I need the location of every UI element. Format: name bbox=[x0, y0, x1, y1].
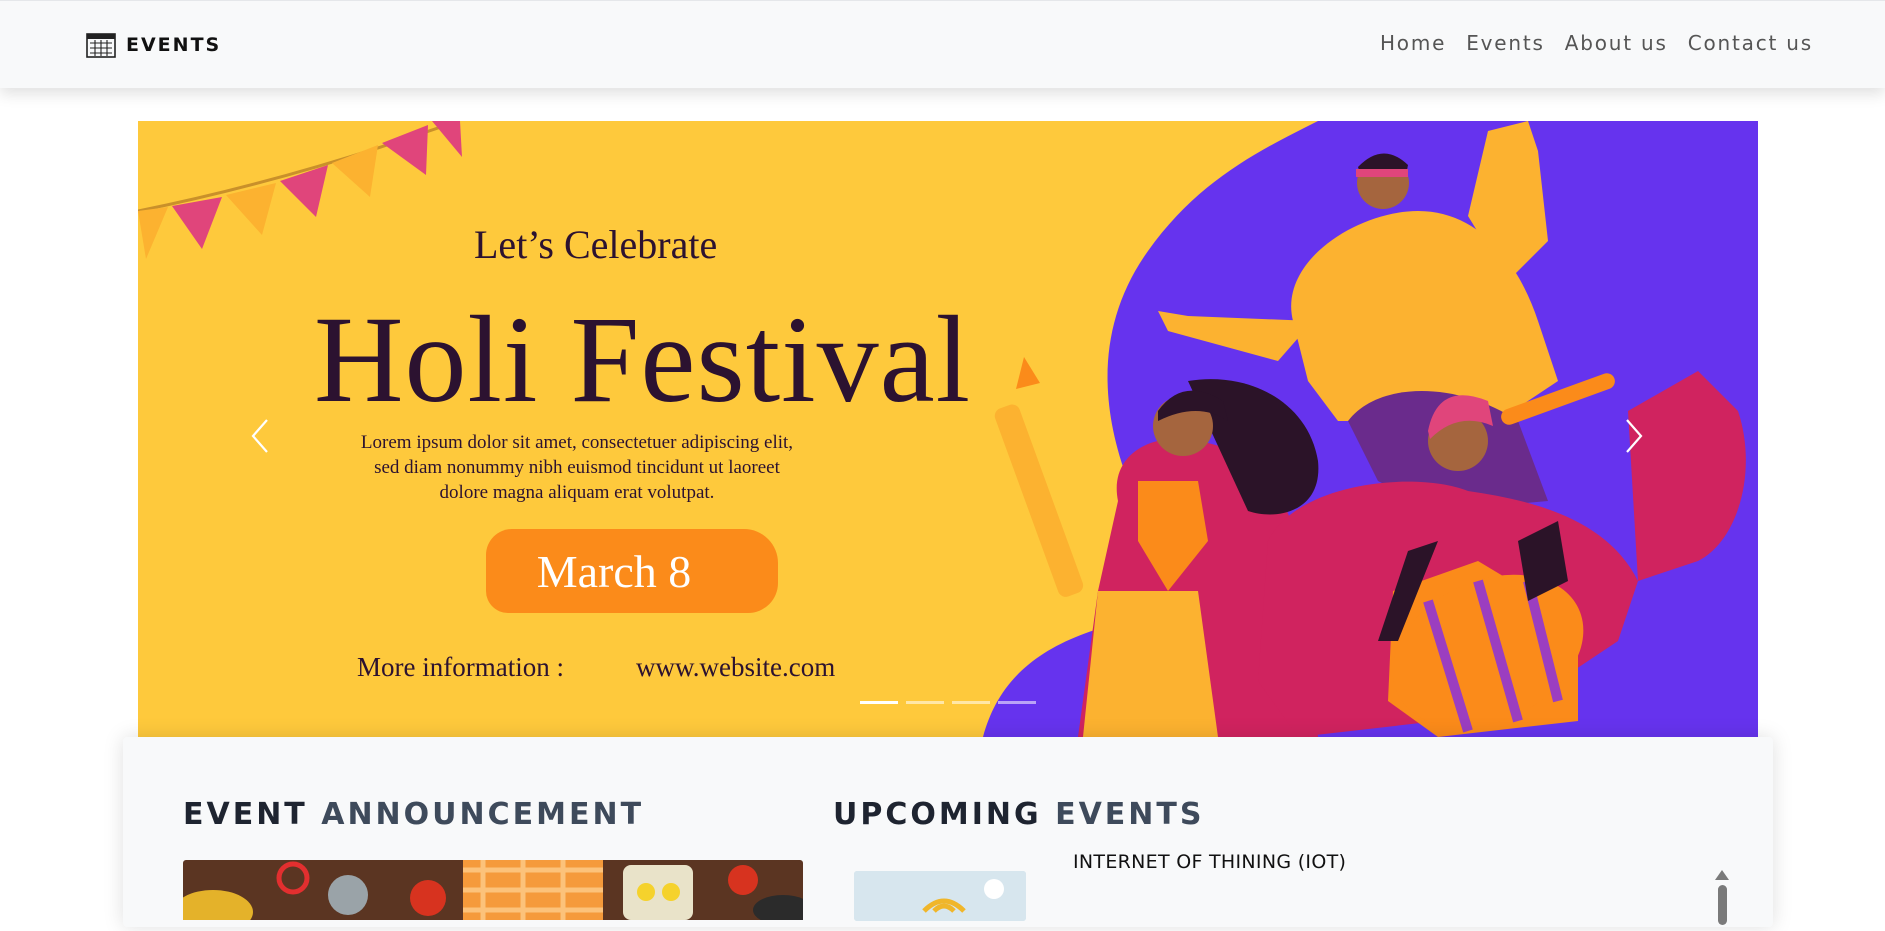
event-date: March 8 bbox=[536, 545, 692, 597]
carousel-indicator-1[interactable] bbox=[860, 701, 898, 704]
hero-carousel: Let’s Celebrate Holi Festival Lorem ipsu… bbox=[138, 121, 1758, 737]
chevron-right-icon bbox=[1626, 419, 1643, 453]
upcoming-event-item[interactable]: INTERNET OF THINING (IOT) bbox=[854, 851, 1754, 931]
carousel-indicator-3[interactable] bbox=[952, 701, 990, 704]
slide-headline: Holi Festival bbox=[314, 291, 972, 428]
carousel-indicators bbox=[860, 701, 1036, 704]
calendar-grid-icon bbox=[86, 32, 116, 58]
slide-description: Lorem ipsum dolor sit amet, consectetuer… bbox=[360, 432, 794, 503]
website-link[interactable]: www.website.com bbox=[636, 652, 835, 683]
more-info-label: More information : bbox=[357, 652, 564, 682]
chevron-left-icon bbox=[251, 419, 268, 453]
navbar: EVENTS Home Events About us Contact us bbox=[0, 0, 1885, 88]
nav-link-home[interactable]: Home bbox=[1380, 31, 1446, 55]
events-content-card: EVENT ANNOUNCEMENT UPCOMING EVENTS INTER… bbox=[123, 737, 1773, 927]
nav-links: Home Events About us Contact us bbox=[1380, 31, 1813, 55]
event-announcement-heading: EVENT ANNOUNCEMENT bbox=[183, 797, 644, 832]
nav-link-events[interactable]: Events bbox=[1466, 31, 1545, 55]
event-title: INTERNET OF THINING (IOT) bbox=[1073, 851, 1347, 873]
scrollbar-thumb[interactable] bbox=[1718, 885, 1727, 925]
upcoming-events-heading: UPCOMING EVENTS bbox=[833, 797, 1204, 832]
event-thumbnail bbox=[854, 871, 1026, 921]
announcement-image[interactable] bbox=[183, 860, 803, 920]
heading-light: EVENTS bbox=[1055, 797, 1205, 832]
carousel-next-button[interactable] bbox=[1614, 401, 1654, 471]
nav-link-contact-us[interactable]: Contact us bbox=[1688, 31, 1813, 55]
brand-link[interactable]: EVENTS bbox=[86, 32, 221, 58]
carousel-indicator-2[interactable] bbox=[906, 701, 944, 704]
heading-light: ANNOUNCEMENT bbox=[321, 797, 645, 832]
slide-tagline: Let’s Celebrate bbox=[474, 222, 718, 267]
nav-link-about-us[interactable]: About us bbox=[1565, 31, 1668, 55]
food-table-image bbox=[183, 860, 803, 920]
carousel-prev-button[interactable] bbox=[240, 401, 280, 471]
carousel-indicator-4[interactable] bbox=[998, 701, 1036, 704]
heading-strong: EVENT bbox=[183, 797, 308, 832]
scroll-up-arrow-icon[interactable] bbox=[1714, 869, 1730, 881]
iot-wifi-thumbnail bbox=[854, 871, 1026, 921]
slide-caption: Let’s Celebrate Holi Festival Lorem ipsu… bbox=[138, 121, 1758, 737]
event-date-badge: March 8 bbox=[486, 529, 778, 613]
heading-strong: UPCOMING bbox=[833, 797, 1042, 832]
brand-name: EVENTS bbox=[126, 34, 222, 56]
